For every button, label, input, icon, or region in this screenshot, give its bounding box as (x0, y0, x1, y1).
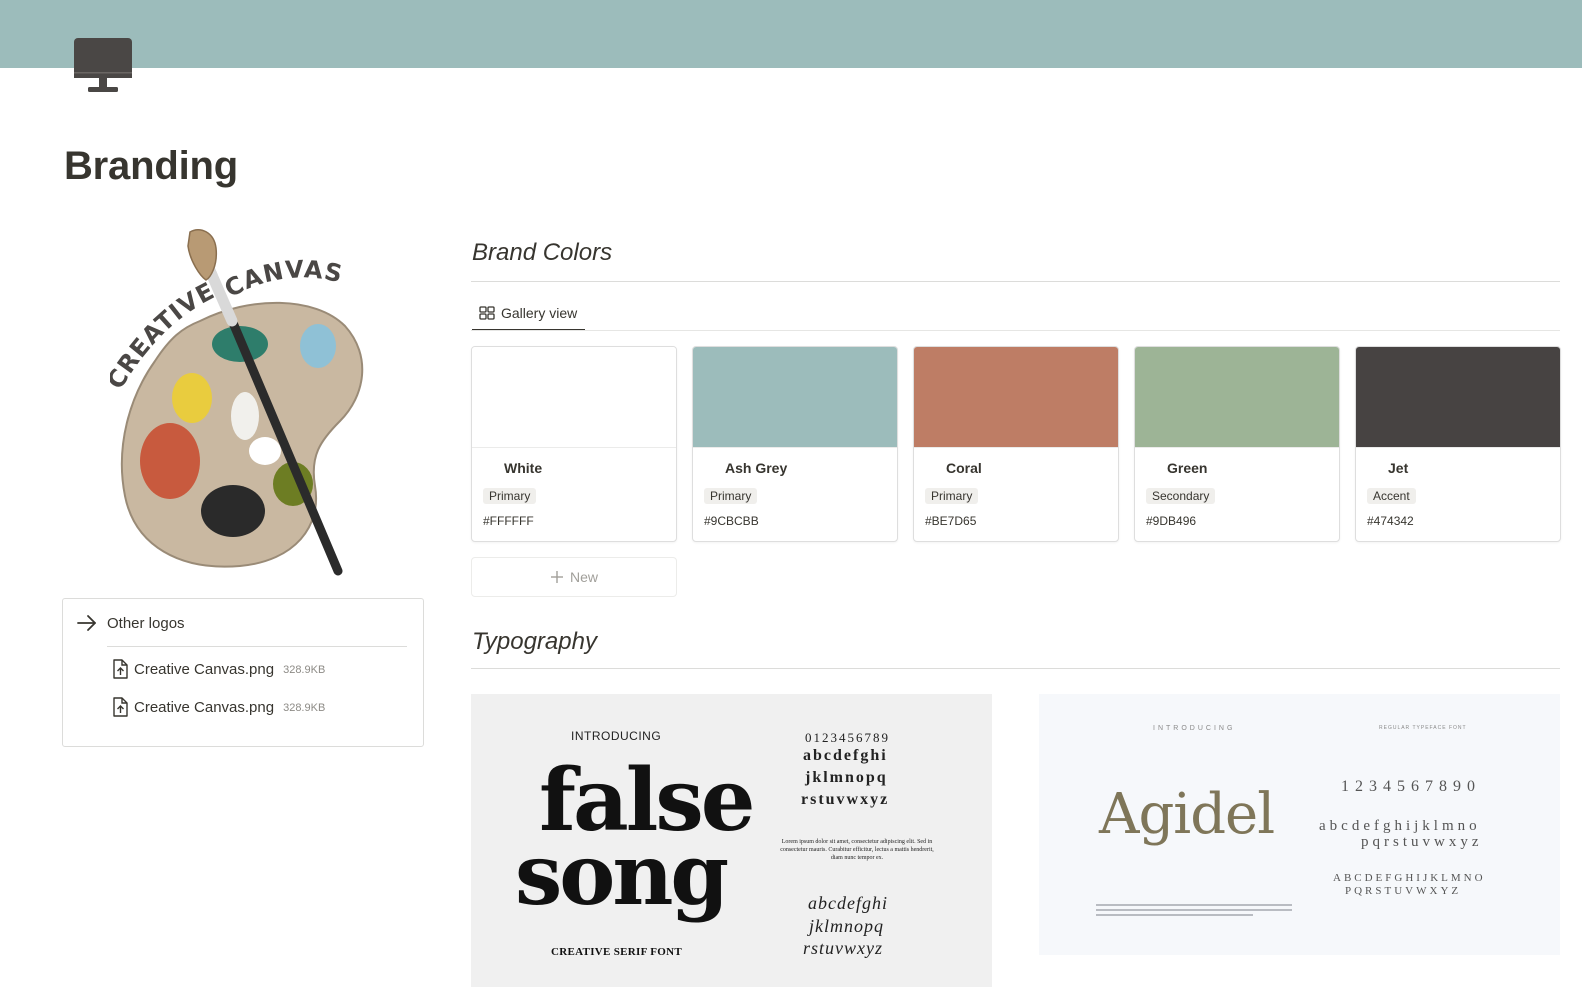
other-logos-toggle[interactable]: Other logos (75, 613, 185, 633)
other-logos-label: Other logos (107, 614, 185, 632)
specimen-lower1: abcdefghijklmno (1319, 818, 1481, 834)
specimen-lower3: rstuvwxyz (801, 791, 890, 808)
font-specimen-agidel[interactable]: INTRODUCING REGULAR TYPEFACE FONT Agidel… (1039, 694, 1560, 955)
new-card-button[interactable]: New (471, 557, 677, 597)
color-swatch (1356, 347, 1560, 448)
specimen-name-line2: song (515, 825, 729, 924)
color-card[interactable]: Jet Accent #474342 (1355, 346, 1561, 542)
gallery-grid-icon (479, 306, 495, 320)
color-card[interactable]: White Primary #FFFFFF (471, 346, 677, 542)
color-swatch (914, 347, 1118, 448)
color-card[interactable]: Green Secondary #9DB496 (1134, 346, 1340, 542)
file-size: 328.9KB (283, 664, 326, 676)
color-tag: Primary (704, 488, 758, 504)
color-hex: #9CBCBB (704, 514, 759, 528)
color-tag: Secondary (1146, 488, 1216, 504)
file-upload-icon (113, 659, 128, 679)
specimen-kind: REGULAR TYPEFACE FONT (1379, 725, 1467, 731)
logo-text-canvas: CANVAS (220, 255, 345, 303)
color-name: Coral (946, 460, 982, 476)
creative-canvas-logo[interactable]: CREATIVE CANVAS (101, 226, 370, 576)
color-swatch (1135, 347, 1339, 448)
other-logos-callout: Other logos Creative Canvas.png 328.9KB … (62, 598, 424, 747)
divider (471, 330, 1560, 331)
color-hex: #474342 (1367, 514, 1414, 528)
color-name: White (504, 460, 543, 476)
specimen-body-text-lines (1096, 904, 1292, 918)
divider (107, 646, 407, 647)
color-hex: #BE7D65 (925, 514, 977, 528)
file-upload-icon (113, 697, 128, 717)
desktop-computer-icon[interactable] (72, 36, 134, 96)
specimen-alt3: rstuvwxyz (803, 938, 883, 958)
specimen-alt2: jklmnopq (809, 916, 884, 936)
color-card[interactable]: Coral Primary #BE7D65 (913, 346, 1119, 542)
divider (471, 668, 1560, 669)
color-card[interactable]: Ash Grey Primary #9CBCBB (692, 346, 898, 542)
color-tag: Accent (1367, 488, 1416, 504)
specimen-alt1: abcdefghi (808, 893, 888, 913)
file-attachment[interactable]: Creative Canvas.png 328.9KB (111, 697, 325, 717)
color-swatch (693, 347, 897, 448)
divider (471, 281, 1560, 282)
color-swatch (472, 347, 676, 448)
specimen-lower1: abcdefghi (803, 747, 888, 764)
specimen-name: Agidel (1099, 782, 1275, 847)
svg-text:CANVAS: CANVAS (220, 255, 346, 303)
specimen-subtitle: CREATIVE SERIF FONT (551, 946, 682, 958)
color-tag: Primary (925, 488, 979, 504)
font-specimen-false-song[interactable]: INTRODUCING false song CREATIVE SERIF FO… (471, 694, 992, 987)
specimen-digits: 1234567890 (1341, 778, 1481, 795)
new-label: New (569, 569, 598, 585)
specimen-digits: 0123456789 (805, 730, 890, 745)
specimen-lorem: Lorem ipsum dolor sit amet, consectetur … (780, 839, 934, 861)
color-name: Green (1167, 460, 1208, 476)
plus-icon (550, 571, 563, 583)
specimen-intro: INTRODUCING (1153, 725, 1236, 732)
typography-heading: Typography (472, 628, 597, 655)
file-name: Creative Canvas.png (134, 698, 275, 716)
color-tag: Primary (483, 488, 537, 504)
color-hex: #FFFFFF (483, 514, 534, 528)
tab-gallery-view[interactable]: Gallery view (472, 297, 586, 331)
color-hex: #9DB496 (1146, 514, 1197, 528)
tab-label: Gallery view (501, 305, 578, 321)
file-size: 328.9KB (283, 702, 326, 714)
page-title: Branding (64, 144, 238, 188)
gallery-cards: White Primary #FFFFFF Ash Grey Primary #… (471, 346, 1561, 542)
file-attachment[interactable]: Creative Canvas.png 328.9KB (111, 659, 325, 679)
specimen-lower2: jklmnopq (805, 769, 888, 786)
specimen-lower2: pqrstuvwxyz (1361, 834, 1483, 850)
specimen-intro: INTRODUCING (571, 729, 662, 743)
color-name: Jet (1388, 460, 1409, 476)
specimen-upper2: PQRSTUVWXYZ (1345, 885, 1462, 897)
file-name: Creative Canvas.png (134, 660, 275, 678)
arrow-right-icon (77, 615, 96, 631)
page-cover[interactable] (0, 0, 1582, 68)
brand-colors-heading: Brand Colors (472, 239, 613, 266)
color-name: Ash Grey (725, 460, 788, 476)
specimen-upper1: ABCDEFGHIJKLMNO (1333, 872, 1486, 884)
